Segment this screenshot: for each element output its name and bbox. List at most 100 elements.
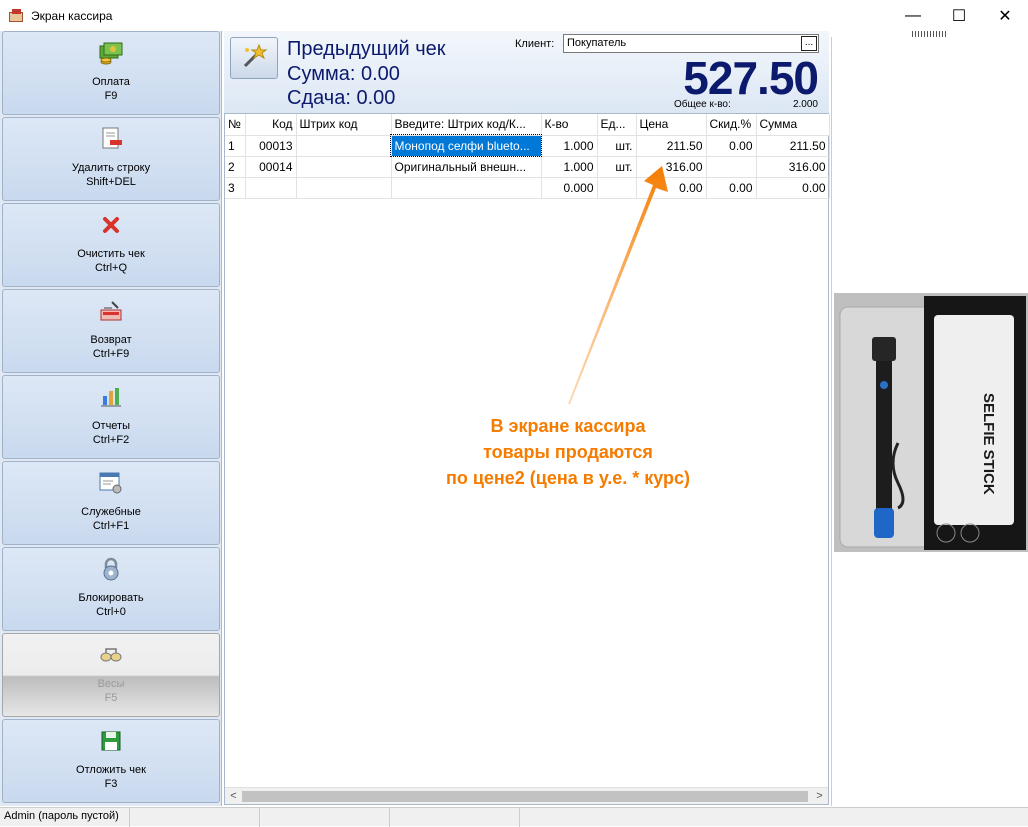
cell-barcode[interactable] <box>296 177 392 199</box>
scroll-thumb[interactable] <box>242 791 808 802</box>
cell-price[interactable]: 316.00 <box>636 156 707 178</box>
cell-unit <box>597 177 637 199</box>
col-code[interactable]: Код <box>245 114 297 136</box>
table-header-row: № Код Штрих код Введите: Штрих код/К... … <box>225 114 830 136</box>
defer-receipt-label: Отложить чек <box>76 764 146 776</box>
cell-barcode[interactable] <box>296 156 392 178</box>
cash-icon <box>98 40 124 66</box>
delete-row-label: Удалить строку <box>71 162 151 174</box>
app-icon <box>9 8 25 24</box>
maximize-button[interactable]: ☐ <box>936 0 982 31</box>
magic-wand-icon <box>239 42 269 75</box>
cell-name[interactable]: Монопод селфи blueto... <box>390 134 542 157</box>
col-sum[interactable]: Сумма <box>756 114 830 136</box>
product-photo: SELFIE STICK <box>834 293 1028 552</box>
col-discount[interactable]: Скид.% <box>706 114 757 136</box>
status-cell-4 <box>390 808 520 827</box>
col-price[interactable]: Цена <box>636 114 707 136</box>
window-title: Экран кассира <box>31 8 113 23</box>
cell-code: 00014 <box>245 156 297 178</box>
annotation-text: В экране кассира товары продаются по цен… <box>420 413 716 491</box>
scales-hotkey: F5 <box>104 692 118 704</box>
scales-icon <box>98 642 124 668</box>
cell-qty[interactable]: 1.000 <box>541 135 598 157</box>
status-cell-3 <box>260 808 390 827</box>
close-button[interactable]: ✕ <box>982 0 1028 31</box>
cell-sum: 211.50 <box>756 135 830 157</box>
previous-sum: Сумма: 0.00 <box>287 63 400 85</box>
delete-row-icon <box>98 126 124 152</box>
cell-num: 2 <box>225 156 246 178</box>
cell-price[interactable]: 0.00 <box>636 177 707 199</box>
total-qty-label: Общее к-во: <box>674 99 731 110</box>
delete-row-button[interactable]: Удалить строку Shift+DEL <box>2 117 220 201</box>
cell-price[interactable]: 211.50 <box>636 135 707 157</box>
cell-discount[interactable]: 0.00 <box>706 177 757 199</box>
total-qty-value: 2.000 <box>792 99 818 110</box>
return-hotkey: Ctrl+F9 <box>92 348 130 360</box>
cell-sum: 316.00 <box>756 156 830 178</box>
cell-name[interactable] <box>391 177 542 199</box>
col-barcode[interactable]: Штрих код <box>296 114 392 136</box>
service-label: Служебные <box>81 506 141 518</box>
status-user: Admin (пароль пустой) <box>0 808 130 827</box>
col-num[interactable]: № <box>225 114 246 136</box>
receipt-table: № Код Штрих код Введите: Штрих код/К... … <box>225 114 830 199</box>
cell-discount[interactable]: 0.00 <box>706 135 757 157</box>
previous-change: Сдача: 0.00 <box>287 87 396 109</box>
cell-unit: шт. <box>597 156 637 178</box>
pay-button[interactable]: Оплата F9 <box>2 31 220 115</box>
clear-receipt-button[interactable]: Очистить чек Ctrl+Q <box>2 203 220 287</box>
cell-name[interactable]: Оригинальный внешн... <box>391 156 542 178</box>
lock-button[interactable]: Блокировать Ctrl+0 <box>2 547 220 631</box>
service-hotkey: Ctrl+F1 <box>92 520 130 532</box>
table-row[interactable]: 2 00014 Оригинальный внешн... 1.000 шт. … <box>225 156 830 178</box>
horizontal-scrollbar[interactable]: < > <box>225 787 828 804</box>
reports-hotkey: Ctrl+F2 <box>92 434 130 446</box>
table-row[interactable]: 3 0.000 0.00 0.00 0.00 <box>225 177 830 199</box>
reports-button[interactable]: Отчеты Ctrl+F2 <box>2 375 220 459</box>
cell-qty[interactable]: 1.000 <box>541 156 598 178</box>
return-button[interactable]: Возврат Ctrl+F9 <box>2 289 220 373</box>
receipt-header: Предыдущий чек Сумма: 0.00 Сдача: 0.00 К… <box>224 31 829 113</box>
annotation-line-1: В экране кассира <box>490 416 646 436</box>
cashier-window: Экран кассира — ☐ ✕ Оплата F9 Удалить стр… <box>0 0 1028 827</box>
lock-hotkey: Ctrl+0 <box>96 606 126 618</box>
cell-sum: 0.00 <box>756 177 830 199</box>
scales-button[interactable]: Весы F5 <box>2 633 220 717</box>
title-bar: Экран кассира — ☐ ✕ <box>0 0 1028 31</box>
return-icon <box>98 298 124 324</box>
col-name[interactable]: Введите: Штрих код/К... <box>391 114 542 136</box>
annotation-line-2: товары продаются <box>483 442 653 462</box>
annotation-line-3: по цене2 (цена в у.е. * курс) <box>445 468 691 488</box>
cell-num: 3 <box>225 177 246 199</box>
save-icon <box>98 728 124 754</box>
defer-receipt-hotkey: F3 <box>104 778 118 790</box>
status-bar: Admin (пароль пустой) <box>0 807 1028 827</box>
previous-receipt-title: Предыдущий чек <box>287 38 446 60</box>
cell-barcode[interactable] <box>296 135 392 157</box>
scroll-right-icon[interactable]: > <box>811 788 828 805</box>
cell-qty[interactable]: 0.000 <box>541 177 598 199</box>
clear-icon <box>98 212 124 238</box>
reports-label: Отчеты <box>91 420 131 432</box>
cell-unit: шт. <box>597 135 637 157</box>
service-button[interactable]: Служебные Ctrl+F1 <box>2 461 220 545</box>
cell-code: 00013 <box>245 135 297 157</box>
lock-label: Блокировать <box>78 592 144 604</box>
col-qty[interactable]: К-во <box>541 114 598 136</box>
client-label: Клиент: <box>515 38 555 50</box>
pay-label: Оплата <box>92 76 130 88</box>
lock-icon <box>98 556 124 582</box>
scroll-left-icon[interactable]: < <box>225 788 242 805</box>
magic-wand-button[interactable] <box>230 37 278 79</box>
client-select-button[interactable]: ... <box>801 36 817 51</box>
col-unit[interactable]: Ед... <box>597 114 637 136</box>
clear-receipt-hotkey: Ctrl+Q <box>94 262 128 274</box>
cell-code <box>245 177 297 199</box>
minimize-button[interactable]: — <box>890 0 936 31</box>
cell-discount[interactable] <box>706 156 757 178</box>
defer-receipt-button[interactable]: Отложить чек F3 <box>2 719 220 803</box>
table-row[interactable]: 1 00013 Монопод селфи blueto... 1.000 шт… <box>225 134 830 157</box>
scales-label: Весы <box>97 678 125 690</box>
